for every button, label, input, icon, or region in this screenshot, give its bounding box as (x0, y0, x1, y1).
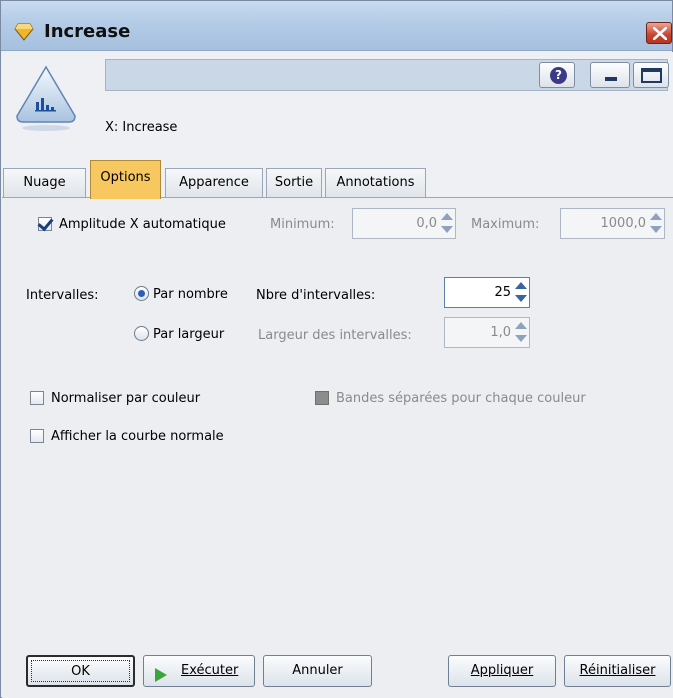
cancel-label: Annuler (292, 663, 343, 678)
normal-curve-checkbox[interactable] (30, 429, 44, 443)
tab-sortie[interactable]: Sortie (266, 168, 322, 198)
help-icon: ? (550, 67, 567, 84)
dialog-window: Increase ? X: Increase Nuage Options App… (0, 0, 673, 698)
field-label: X: Increase (105, 120, 178, 135)
close-button[interactable] (646, 22, 672, 44)
spin-up-icon (441, 213, 453, 220)
run-button[interactable]: Exécuter (143, 655, 255, 687)
node-header: ? X: Increase (2, 52, 673, 154)
by-width-label: Par largeur (153, 327, 225, 342)
tab-options[interactable]: Options (90, 160, 161, 199)
bin-count-arrows[interactable] (513, 278, 529, 307)
maximum-arrows[interactable] (648, 209, 664, 238)
spin-up-icon (515, 282, 527, 289)
reset-button[interactable]: Réinitialiser (564, 655, 671, 687)
histogram-node-icon (14, 64, 78, 132)
spin-down-icon (515, 335, 527, 342)
help-button[interactable]: ? (539, 62, 575, 88)
bin-width-arrows[interactable] (513, 318, 529, 347)
app-diamond-icon (14, 23, 34, 41)
bin-width-spinner[interactable]: 1,0 (444, 317, 530, 348)
apply-button[interactable]: Appliquer (448, 655, 556, 687)
window-title: Increase (44, 21, 131, 42)
spin-up-icon (515, 322, 527, 329)
spin-up-icon (650, 213, 662, 220)
title-bar[interactable]: Increase (1, 1, 672, 51)
bin-count-spinner[interactable]: 25 (444, 277, 530, 308)
maximize-icon (641, 68, 662, 83)
by-width-radio[interactable] (134, 326, 149, 341)
minimize-icon (605, 77, 617, 81)
normalize-label: Normaliser par couleur (51, 391, 201, 406)
normalize-checkbox[interactable] (30, 391, 44, 405)
minimize-button[interactable] (590, 62, 630, 88)
auto-range-checkbox[interactable] (38, 217, 52, 231)
bin-count-value: 25 (494, 285, 511, 300)
spin-down-icon (650, 226, 662, 233)
tab-strip: Nuage Options Apparence Sortie Annotatio… (2, 154, 673, 199)
bin-width-label: Largeur des intervalles: (258, 328, 412, 343)
button-bar: OK Exécuter Annuler Appliquer Réinitiali… (2, 642, 673, 698)
minimum-label: Minimum: (270, 217, 335, 232)
minimum-spinner[interactable]: 0,0 (352, 208, 456, 239)
cancel-button[interactable]: Annuler (263, 655, 372, 687)
run-label: Exécuter (181, 663, 239, 678)
tab-nuage[interactable]: Nuage (3, 168, 86, 198)
by-number-radio[interactable] (134, 286, 149, 301)
reset-label: Réinitialiser (579, 663, 656, 678)
spin-down-icon (441, 226, 453, 233)
tab-annotations[interactable]: Annotations (325, 168, 426, 198)
spin-down-icon (515, 295, 527, 302)
bin-width-value: 1,0 (490, 325, 511, 340)
options-panel: Amplitude X automatique Minimum: 0,0 Max… (2, 198, 673, 642)
run-arrow-icon (154, 664, 168, 694)
minimum-arrows[interactable] (439, 209, 455, 238)
maximize-button[interactable] (633, 62, 669, 88)
apply-label: Appliquer (470, 663, 534, 678)
tab-apparence[interactable]: Apparence (165, 168, 263, 198)
ok-button[interactable]: OK (26, 655, 135, 687)
normal-curve-label: Afficher la courbe normale (51, 429, 224, 444)
close-icon (653, 27, 667, 40)
auto-range-label: Amplitude X automatique (59, 217, 226, 232)
bin-count-label: Nbre d'intervalles: (256, 288, 376, 303)
node-name-field[interactable] (105, 59, 668, 91)
separate-bands-checkbox[interactable] (315, 391, 329, 405)
by-number-label: Par nombre (153, 287, 228, 302)
separate-bands-label: Bandes séparées pour chaque couleur (336, 391, 586, 406)
minimum-value: 0,0 (416, 216, 437, 231)
bins-label: Intervalles: (26, 288, 99, 303)
focus-ring (31, 660, 130, 682)
maximum-label: Maximum: (471, 217, 540, 232)
maximum-spinner[interactable]: 1000,0 (560, 208, 665, 239)
maximum-value: 1000,0 (600, 216, 647, 231)
